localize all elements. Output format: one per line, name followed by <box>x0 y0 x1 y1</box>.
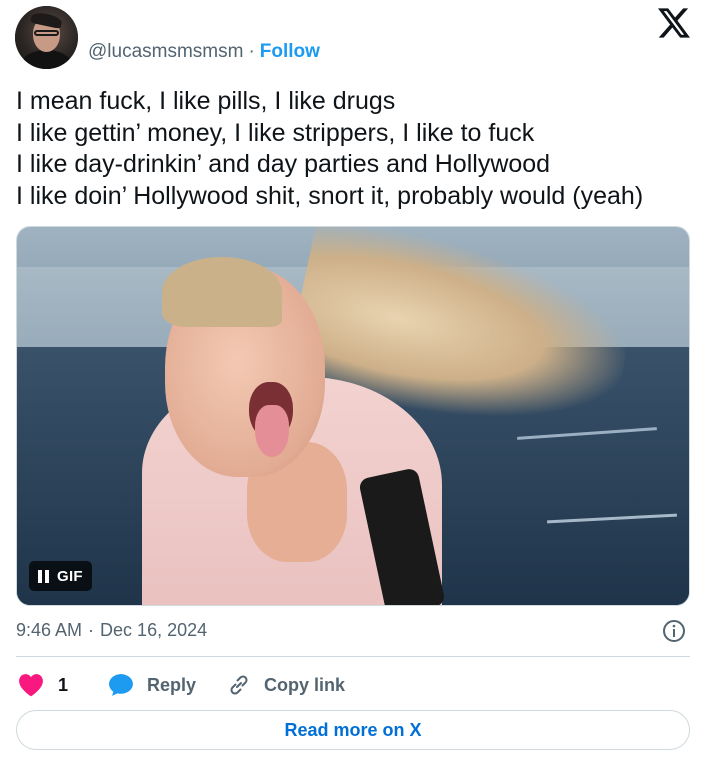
tweet-line: I like doin’ Hollywood shit, snort it, p… <box>16 181 644 210</box>
link-icon <box>230 675 248 695</box>
pause-icon[interactable] <box>38 569 49 583</box>
author-handle[interactable]: @lucasmsmsmsm <box>88 41 243 63</box>
gif-badge[interactable]: GIF <box>29 561 92 591</box>
tweet-line: I like gettin’ money, I like strippers, … <box>16 118 535 147</box>
gif-media[interactable]: GIF <box>16 226 690 606</box>
tweet-line: I like day-drinkin’ and day parties and … <box>16 150 551 178</box>
tweet-date: Dec 16, 2024 <box>100 620 208 640</box>
copy-link-label: Copy link <box>264 674 346 695</box>
info-icon[interactable] <box>662 619 686 643</box>
read-more-button[interactable]: Read more on X <box>16 710 690 750</box>
tweet-text: I mean fuck, I like pills, I like drugs … <box>16 86 696 212</box>
divider <box>16 656 690 657</box>
copy-link-button[interactable]: Copy link <box>226 673 345 697</box>
tweet-time: 9:46 AM <box>16 620 83 640</box>
separator-dot: · <box>248 41 255 62</box>
like-count: 1 <box>58 674 69 695</box>
gif-label: GIF <box>57 567 83 585</box>
tweet-card: @lucasmsmsmsm · Follow I mean fuck, I li… <box>0 0 710 765</box>
reply-bubble-icon <box>109 674 133 696</box>
heart-icon <box>19 674 43 697</box>
tweet-timestamp[interactable]: 9:46 AM · Dec 16, 2024 <box>16 620 207 641</box>
reply-button[interactable]: Reply <box>108 673 196 697</box>
avatar[interactable] <box>15 5 78 69</box>
author-line: @lucasmsmsmsm · Follow <box>88 41 320 63</box>
x-logo-icon[interactable] <box>658 8 690 38</box>
like-button[interactable]: 1 <box>18 673 68 697</box>
tweet-header: @lucasmsmsmsm · Follow <box>15 5 695 69</box>
gif-frame <box>17 227 689 605</box>
follow-link[interactable]: Follow <box>260 41 320 63</box>
action-bar: 1 Reply Copy link <box>18 668 345 702</box>
reply-label: Reply <box>147 674 197 695</box>
tweet-line: I mean fuck, I like pills, I like drugs <box>16 87 396 115</box>
separator-dot: · <box>88 620 95 640</box>
